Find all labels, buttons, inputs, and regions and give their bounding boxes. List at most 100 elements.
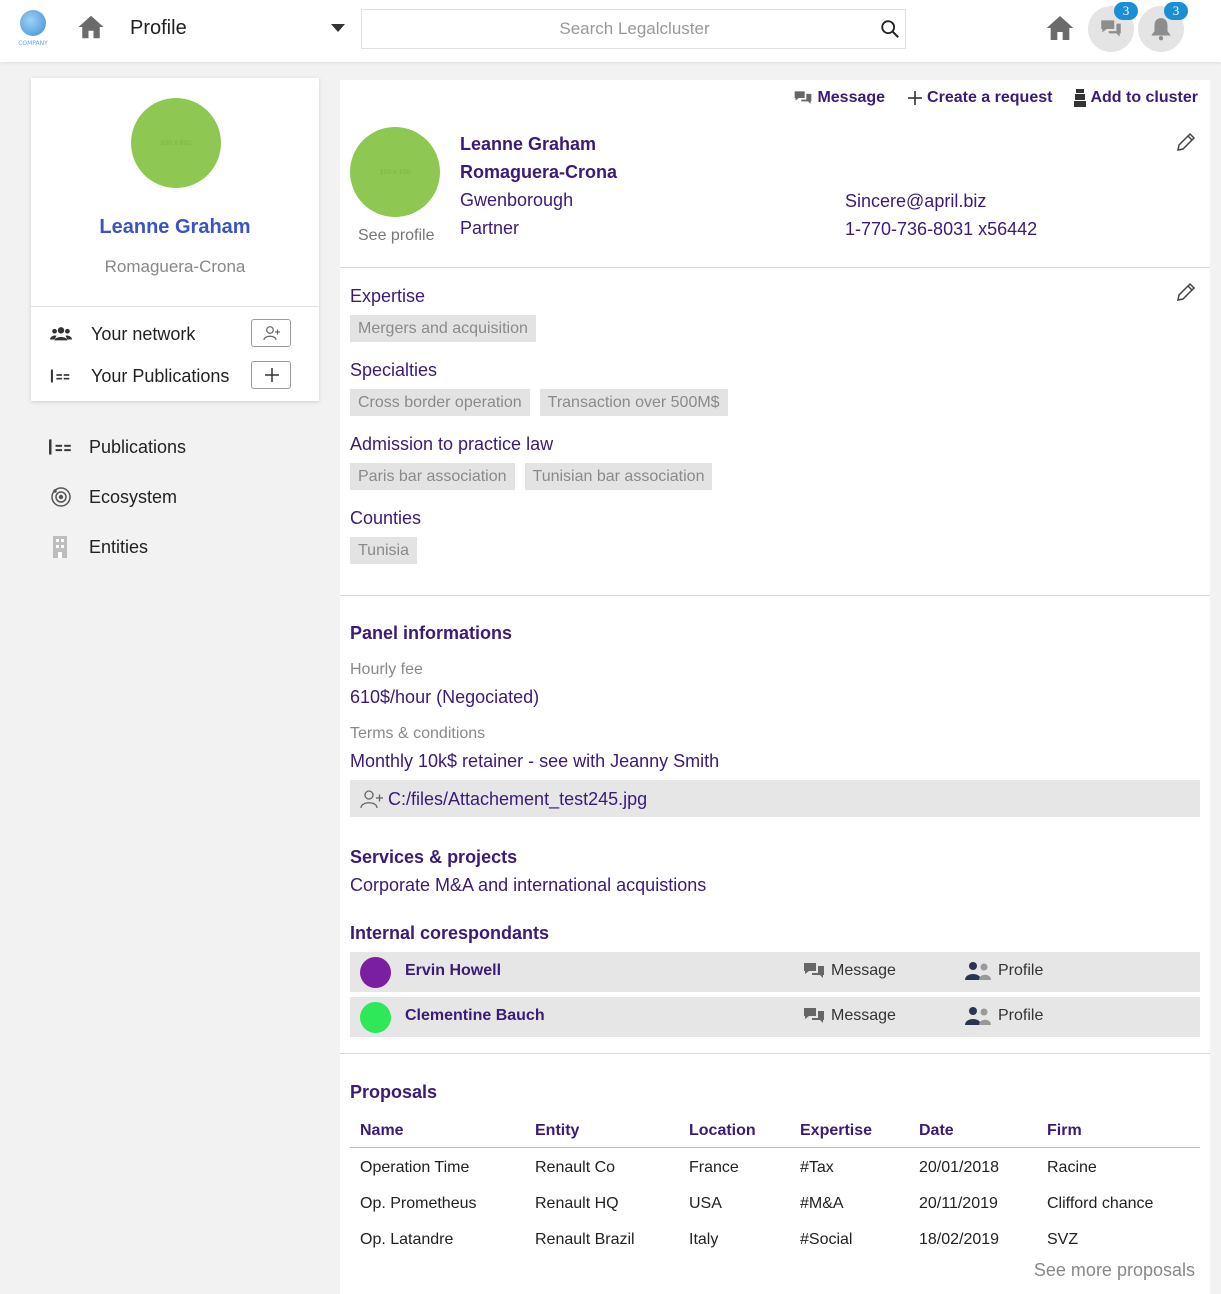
column-header[interactable]: Name <box>350 1115 525 1148</box>
notifications-badge: 3 <box>1164 2 1188 20</box>
expertise-label: Expertise <box>350 286 426 306</box>
your-publications-label: Your Publications <box>91 366 230 386</box>
table-row[interactable]: Op. Prometheus Renault HQ USA #M&A 20/11… <box>350 1183 1200 1219</box>
table-row[interactable]: Op. Latandre Renault Brazil Italy #Socia… <box>350 1219 1200 1255</box>
table-cell: Italy <box>689 1231 719 1248</box>
avatar[interactable] <box>360 957 391 988</box>
user-name[interactable]: Leanne Graham <box>31 216 319 239</box>
message-label: Message <box>831 962 896 979</box>
panel-info-title: Panel informations <box>350 623 513 643</box>
terms-label: Terms & conditions <box>350 725 486 742</box>
profile-email[interactable]: Sincere@april.biz <box>845 191 986 212</box>
users-icon <box>965 1007 991 1025</box>
user-firm: Romaguera-Crona <box>104 257 246 276</box>
tag: Transaction over 500M$ <box>539 389 728 416</box>
counties-label: Counties <box>350 508 422 528</box>
correspondant-name[interactable]: Ervin Howell <box>405 962 501 980</box>
add-user-icon <box>263 326 280 341</box>
table-cell: 20/11/2019 <box>919 1195 998 1212</box>
your-publications-row[interactable]: Your Publications <box>31 359 319 393</box>
sidebar-item-entities[interactable]: Entities <box>48 530 308 564</box>
add-to-cluster-label: Add to cluster <box>1090 89 1198 106</box>
pencil-icon[interactable] <box>1174 130 1198 154</box>
profile-phone[interactable]: 1-770-736-8031 x56442 <box>845 219 1037 240</box>
table-row[interactable]: Operation Time Renault Co France #Tax 20… <box>350 1147 1200 1183</box>
network-icon <box>50 327 72 341</box>
message-button[interactable]: Message <box>793 86 885 110</box>
column-header[interactable]: Entity <box>525 1115 679 1148</box>
plus-icon <box>265 368 279 382</box>
table-cell: Operation Time <box>360 1159 470 1177</box>
search-input[interactable] <box>362 10 862 48</box>
avatar-placeholder-text: 150 x 150 <box>379 168 411 176</box>
tag: Paris bar association <box>350 463 515 490</box>
specialties-tags: Cross border operation Transaction over … <box>350 389 728 416</box>
plus-icon <box>908 91 923 105</box>
add-publication-button[interactable] <box>251 361 291 389</box>
home-icon[interactable] <box>1044 12 1076 44</box>
divider <box>340 1053 1210 1054</box>
avatar-placeholder-text: 600 x 600 <box>160 139 192 147</box>
profile-button[interactable]: Profile <box>963 1006 1043 1026</box>
column-header[interactable]: Date <box>909 1115 1037 1148</box>
entities-icon <box>53 536 67 558</box>
messages-button[interactable]: 3 <box>1088 2 1138 52</box>
table-cell: Renault HQ <box>535 1195 619 1212</box>
table-cell: Op. Prometheus <box>360 1195 477 1212</box>
message-button[interactable]: Message <box>802 961 896 981</box>
your-network-row[interactable]: Your network <box>31 317 319 351</box>
message-label: Message <box>831 1007 896 1024</box>
chat-icon <box>1101 20 1121 37</box>
attachment-row[interactable]: C:/files/Attachement_test245.jpg <box>350 780 1200 817</box>
messages-badge: 3 <box>1114 2 1138 20</box>
sidebar-item-ecosystem[interactable]: Ecosystem <box>48 480 308 514</box>
see-profile-link[interactable]: See profile <box>358 227 435 245</box>
correspondant-row: Ervin Howell Message Profile <box>350 952 1200 992</box>
table-cell: USA <box>689 1195 722 1212</box>
home-icon[interactable] <box>76 12 106 42</box>
profile-panel: Message Create a request Add to cluster … <box>340 80 1210 1294</box>
divider <box>31 306 319 307</box>
sidebar-item-label: Entities <box>89 537 149 557</box>
tag: Tunisia <box>350 537 417 564</box>
terms-value: Monthly 10k$ retainer - see with Jeanny … <box>350 751 720 771</box>
table-cell: #Tax <box>800 1159 834 1177</box>
admission-tags: Paris bar association Tunisian bar assoc… <box>350 463 713 490</box>
search-icon[interactable] <box>879 18 901 40</box>
message-button[interactable]: Message <box>802 1006 896 1026</box>
your-network-label: Your network <box>91 324 196 344</box>
column-header[interactable]: Location <box>679 1115 790 1148</box>
table-header: Name Entity Location Expertise Date Firm <box>350 1115 1200 1148</box>
table-cell: Op. Latandre <box>360 1231 454 1248</box>
chevron-down-icon[interactable] <box>331 24 345 32</box>
profile-button[interactable]: Profile <box>963 961 1043 981</box>
publications-icon <box>50 369 70 383</box>
sidebar-item-publications[interactable]: Publications <box>48 430 308 464</box>
add-contact-button[interactable] <box>251 319 291 347</box>
correspondant-row: Clementine Bauch Message Profile <box>350 997 1200 1037</box>
table-cell: SVZ <box>1047 1231 1079 1248</box>
avatar[interactable] <box>360 1002 391 1033</box>
company-logo[interactable]: COMPANY <box>16 8 50 52</box>
create-request-button[interactable]: Create a request <box>907 86 1052 110</box>
tag: Cross border operation <box>350 389 530 416</box>
services-value: Corporate M&A and international acquisti… <box>350 875 707 895</box>
profile-avatar[interactable]: 150 x 150 <box>350 127 440 217</box>
avatar[interactable]: 600 x 600 <box>131 98 221 188</box>
table-cell: #Social <box>800 1231 853 1248</box>
create-request-label: Create a request <box>927 89 1053 106</box>
table-cell: 18/02/2019 <box>919 1231 1000 1248</box>
see-more-proposals-link[interactable]: See more proposals <box>1034 1260 1195 1281</box>
pencil-icon[interactable] <box>1174 280 1198 304</box>
column-header[interactable]: Expertise <box>790 1115 909 1148</box>
profile-city: Gwenborough <box>460 190 574 210</box>
notifications-button[interactable]: 3 <box>1138 2 1188 52</box>
sidebar-item-label: Publications <box>89 437 187 457</box>
chat-icon <box>804 963 824 978</box>
hourly-fee-value: 610$/hour (Negociated) <box>350 687 540 707</box>
table-cell: France <box>689 1159 739 1177</box>
add-to-cluster-button[interactable]: Add to cluster <box>1074 86 1198 110</box>
column-header[interactable]: Firm <box>1037 1115 1200 1148</box>
services-title: Services & projects <box>350 847 518 867</box>
correspondant-name[interactable]: Clementine Bauch <box>405 1007 545 1025</box>
